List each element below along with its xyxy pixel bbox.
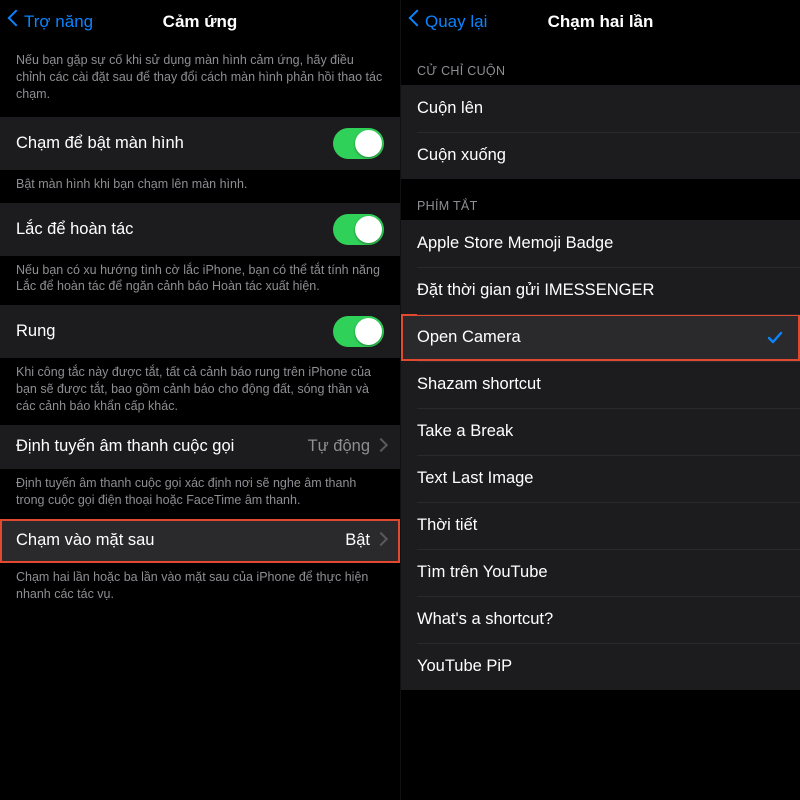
screen-double-tap: Quay lại Chạm hai lần CỬ CHỈ CUỘN Cuộn l… — [400, 0, 800, 800]
toggle-knob — [355, 216, 382, 243]
item-label: YouTube PiP — [417, 657, 784, 676]
item-label: Apple Store Memoji Badge — [417, 234, 784, 253]
nav-bar: Quay lại Chạm hai lần — [401, 0, 800, 44]
list-item[interactable]: Apple Store Memoji Badge — [401, 220, 800, 267]
toggle-vibration[interactable] — [333, 316, 384, 347]
list-item[interactable]: Cuộn xuống — [401, 132, 800, 179]
list-item[interactable]: What's a shortcut? — [401, 596, 800, 643]
chevron-left-icon — [8, 12, 20, 32]
chevron-right-icon — [376, 534, 384, 548]
toggle-tap-to-wake[interactable] — [333, 128, 384, 159]
list-item-selected[interactable]: Open Camera — [401, 314, 800, 361]
intro-note: Nếu bạn gặp sự cố khi sử dụng màn hình c… — [0, 44, 400, 117]
list-item[interactable]: YouTube PiP — [401, 643, 800, 690]
note-shake-undo: Nếu bạn có xu hướng tình cờ lắc iPhone, … — [0, 256, 400, 306]
row-audio-routing[interactable]: Định tuyến âm thanh cuộc gọi Tự động — [0, 425, 400, 469]
nav-bar: Trợ năng Cảm ứng — [0, 0, 400, 44]
section-header-shortcuts: PHÍM TẮT — [401, 179, 800, 220]
item-label: Đặt thời gian gửi IMESSENGER — [417, 281, 784, 300]
back-button[interactable]: Trợ năng — [8, 0, 93, 44]
note-tap-to-wake: Bật màn hình khi bạn chạm lên màn hình. — [0, 170, 400, 203]
toggle-knob — [355, 318, 382, 345]
list-item[interactable]: Shazam shortcut — [401, 361, 800, 408]
item-label: Shazam shortcut — [417, 375, 784, 394]
item-label: Tìm trên YouTube — [417, 563, 784, 582]
checkmark-icon — [766, 329, 784, 347]
back-label: Trợ năng — [24, 12, 93, 32]
item-label: Take a Break — [417, 422, 784, 441]
note-vibration: Khi công tắc này được tắt, tất cả cảnh b… — [0, 358, 400, 425]
page-title: Cảm ứng — [163, 12, 238, 32]
item-label: What's a shortcut? — [417, 610, 784, 629]
row-label: Định tuyến âm thanh cuộc gọi — [16, 437, 308, 456]
section-header-scroll: CỬ CHỈ CUỘN — [401, 44, 800, 85]
chevron-right-icon — [376, 440, 384, 454]
item-label: Cuộn lên — [417, 99, 784, 118]
option-list: CỬ CHỈ CUỘN Cuộn lên Cuộn xuống PHÍM TẮT… — [401, 44, 800, 800]
back-label: Quay lại — [425, 12, 487, 32]
row-value: Bật — [345, 531, 370, 550]
row-vibration[interactable]: Rung — [0, 305, 400, 358]
screen-touch-settings: Trợ năng Cảm ứng Nếu bạn gặp sự cố khi s… — [0, 0, 400, 800]
list-item[interactable]: Cuộn lên — [401, 85, 800, 132]
row-value: Tự động — [308, 437, 370, 456]
list-item[interactable]: Thời tiết — [401, 502, 800, 549]
row-label: Lắc để hoàn tác — [16, 220, 333, 239]
toggle-knob — [355, 130, 382, 157]
row-label: Chạm để bật màn hình — [16, 134, 333, 153]
page-title: Chạm hai lần — [548, 12, 654, 32]
list-item[interactable]: Tìm trên YouTube — [401, 549, 800, 596]
row-label: Chạm vào mặt sau — [16, 531, 345, 550]
note-audio-routing: Định tuyến âm thanh cuộc gọi xác định nơ… — [0, 469, 400, 519]
toggle-shake-undo[interactable] — [333, 214, 384, 245]
list-item[interactable]: Đặt thời gian gửi IMESSENGER — [401, 267, 800, 314]
row-back-tap[interactable]: Chạm vào mặt sau Bật — [0, 519, 400, 563]
list-item[interactable]: Take a Break — [401, 408, 800, 455]
row-shake-undo[interactable]: Lắc để hoàn tác — [0, 203, 400, 256]
settings-list: Nếu bạn gặp sự cố khi sử dụng màn hình c… — [0, 44, 400, 800]
back-button[interactable]: Quay lại — [409, 0, 487, 44]
item-label: Thời tiết — [417, 516, 784, 535]
note-back-tap: Chạm hai lần hoặc ba lần vào mặt sau của… — [0, 563, 400, 613]
item-label: Open Camera — [417, 328, 760, 347]
item-label: Cuộn xuống — [417, 146, 784, 165]
row-label: Rung — [16, 322, 333, 341]
row-tap-to-wake[interactable]: Chạm để bật màn hình — [0, 117, 400, 170]
chevron-left-icon — [409, 12, 421, 32]
item-label: Text Last Image — [417, 469, 784, 488]
list-item[interactable]: Text Last Image — [401, 455, 800, 502]
